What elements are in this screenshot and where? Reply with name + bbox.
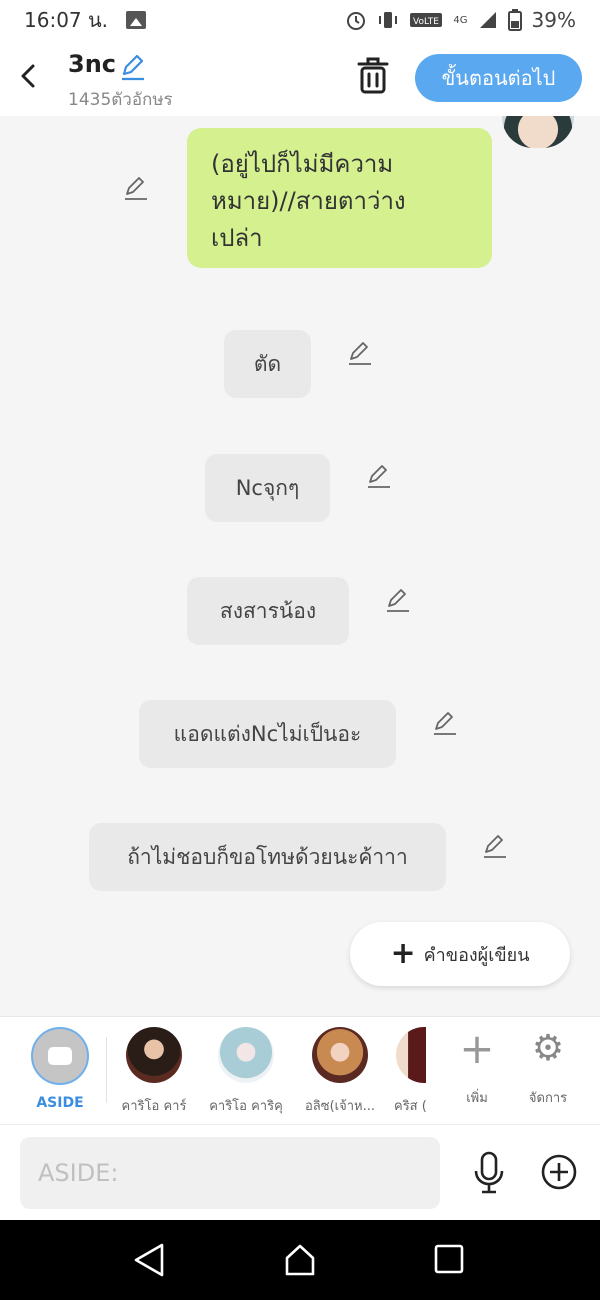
avatar[interactable]	[502, 116, 574, 148]
manage-button[interactable]: ⚙ จัดการ	[505, 1027, 591, 1108]
aside-label: ASIDE	[36, 1095, 84, 1111]
edit-icon[interactable]	[481, 832, 509, 860]
edit-icon[interactable]	[346, 339, 374, 367]
avatar	[126, 1027, 182, 1083]
trash-icon[interactable]	[355, 56, 391, 96]
input-bar	[0, 1124, 600, 1220]
svg-text:VoLTE: VoLTE	[413, 17, 439, 27]
vibrate-icon	[379, 12, 398, 28]
edit-icon[interactable]	[122, 174, 150, 202]
divider	[106, 1037, 107, 1103]
author-note-button[interactable]: + คำของผู้เขียน	[350, 922, 570, 986]
character-item[interactable]: อลิซ(เจ้าห...	[297, 1027, 383, 1116]
message-line: (อยู่ไปก็ไม่มีความ	[211, 150, 394, 178]
edit-icon[interactable]	[431, 709, 459, 737]
status-time: 16:07 น.	[24, 8, 109, 32]
message-bubble[interactable]: Ncจุกๆ	[205, 454, 330, 522]
message-bubble[interactable]: แอดแต่งNcไม่เป็นอะ	[139, 700, 396, 768]
character-item[interactable]: คริส (	[384, 1027, 428, 1116]
character-item[interactable]: คาริโอ คาริคุ	[203, 1027, 289, 1116]
status-icons: VoLTE 4G 39%	[345, 8, 576, 32]
edit-icon[interactable]	[384, 586, 412, 614]
navigation-bar	[0, 1220, 600, 1300]
message-bubble[interactable]: ตัด	[224, 330, 311, 398]
next-step-button[interactable]: ขั้นตอนต่อไป	[415, 54, 582, 102]
character-name: คริส (	[394, 1099, 427, 1114]
character-name: คาริโอ คาร์	[121, 1099, 187, 1114]
plus-circle-icon[interactable]	[540, 1153, 578, 1191]
message-bubble[interactable]: สงสารน้อง	[187, 577, 349, 645]
character-aside[interactable]: ASIDE	[17, 1027, 103, 1111]
message-bubble[interactable]: ถ้าไม่ชอบก็ขอโทษด้วยนะค้าาา	[89, 823, 446, 891]
manage-label: จัดการ	[528, 1091, 568, 1106]
nav-back-icon[interactable]	[132, 1242, 166, 1278]
avatar	[218, 1027, 274, 1083]
volte-icon: VoLTE	[410, 13, 443, 27]
alarm-icon	[347, 12, 366, 30]
chat-area: (อยู่ไปก็ไม่มีความ หมาย)//สายตาว่าง เปล่…	[0, 116, 600, 1016]
character-name: อลิซ(เจ้าห...	[305, 1099, 375, 1114]
header: 3nc 1435ตัวอักษร ขั้นตอนต่อไป	[0, 40, 600, 116]
character-item[interactable]: คาริโอ คาร์	[111, 1027, 197, 1116]
battery-percent: 39%	[531, 8, 576, 32]
signal-icon	[479, 12, 496, 28]
page-title[interactable]: 3nc	[68, 50, 116, 78]
plus-icon: +	[390, 936, 416, 971]
edit-icon[interactable]	[365, 462, 393, 490]
avatar	[396, 1027, 426, 1083]
character-name: คาริโอ คาริคุ	[209, 1099, 283, 1114]
aside-icon	[31, 1027, 89, 1085]
network-type: 4G	[453, 14, 468, 26]
status-bar: 16:07 น. VoLTE 4G 39%	[0, 0, 600, 40]
character-bar: ASIDE คาริโอ คาร์ คาริโอ คาริคุ อลิซ(เจ้…	[0, 1016, 600, 1124]
back-icon[interactable]	[16, 62, 40, 90]
gallery-notification-icon	[126, 11, 147, 29]
character-count: 1435ตัวอักษร	[68, 90, 173, 110]
title-edit-icon[interactable]	[118, 52, 148, 82]
microphone-icon[interactable]	[472, 1151, 506, 1195]
message-bubble[interactable]: (อยู่ไปก็ไม่มีความ หมาย)//สายตาว่าง เปล่…	[187, 128, 492, 268]
battery-icon	[507, 9, 522, 31]
author-note-label: คำของผู้เขียน	[423, 944, 530, 966]
message-input[interactable]	[20, 1137, 440, 1209]
nav-recent-icon[interactable]	[434, 1244, 464, 1274]
avatar	[312, 1027, 368, 1083]
gear-icon: ⚙	[531, 1028, 565, 1069]
message-line: เปล่า	[211, 224, 263, 252]
nav-home-icon[interactable]	[284, 1242, 316, 1278]
message-line: หมาย)//สายตาว่าง	[211, 187, 406, 215]
